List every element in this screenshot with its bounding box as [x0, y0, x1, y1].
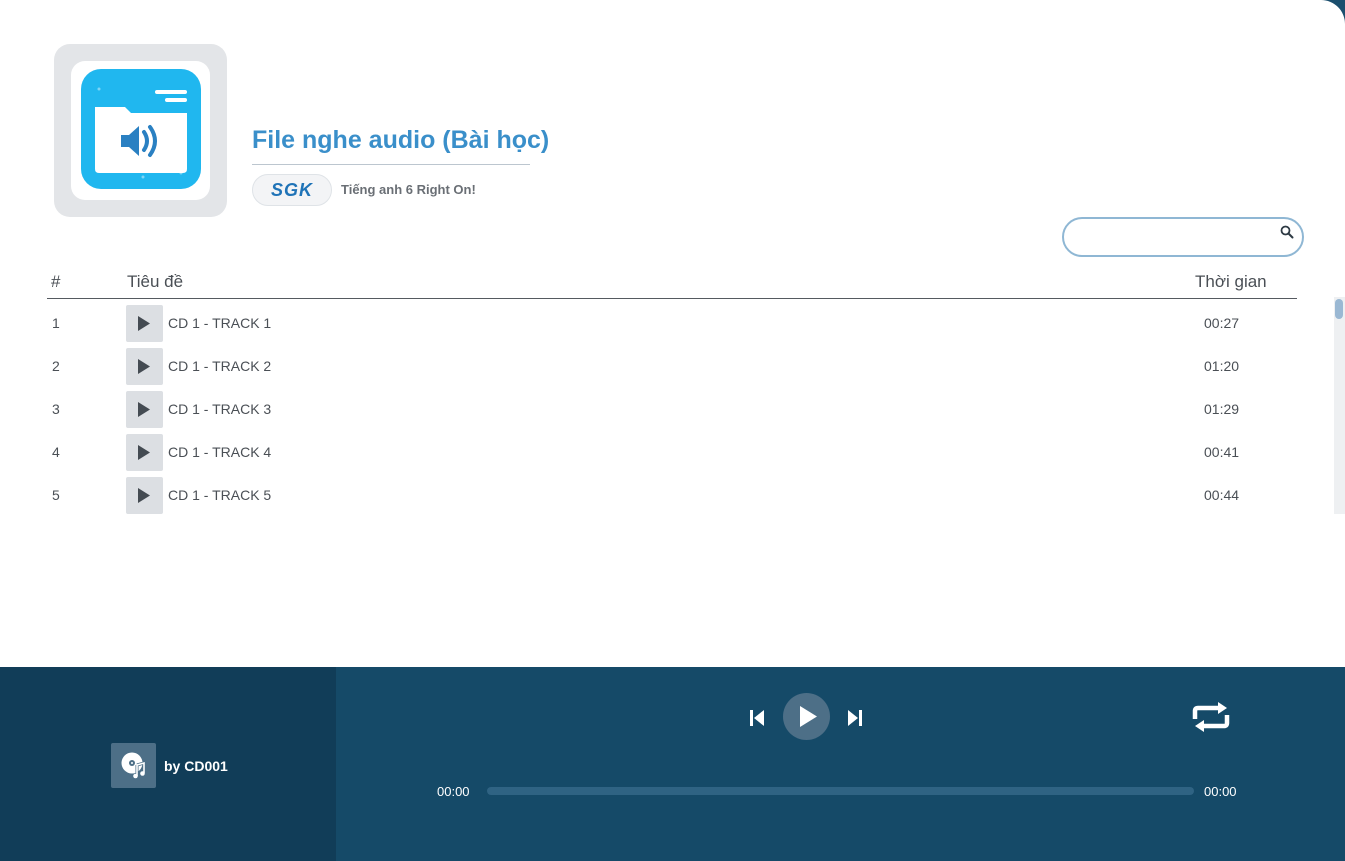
app-window: File nghe audio (Bài học) SGK Tiếng anh … [0, 0, 1345, 861]
skip-previous-icon [750, 710, 764, 726]
play-icon [138, 402, 150, 417]
table-row[interactable]: 5 CD 1 - TRACK 5 00:44 [47, 475, 1297, 515]
track-title[interactable]: CD 1 - TRACK 1 [168, 315, 271, 331]
search-box [1062, 217, 1304, 257]
title-divider [252, 164, 530, 165]
track-number: 5 [52, 487, 60, 503]
byline-text: by CD001 [164, 758, 228, 774]
track-list-scrollbar[interactable] [1334, 297, 1345, 514]
player-info-panel: by CD001 [0, 667, 336, 861]
track-number: 1 [52, 315, 60, 331]
sgk-logo-text: SGK [270, 180, 313, 200]
scrollbar-thumb[interactable] [1335, 299, 1343, 319]
next-track-button[interactable] [847, 709, 863, 732]
track-duration: 00:27 [1204, 315, 1240, 331]
column-header-number: # [51, 272, 61, 291]
track-duration: 01:20 [1204, 358, 1240, 374]
track-title[interactable]: CD 1 - TRACK 2 [168, 358, 271, 374]
table-row[interactable]: 4 CD 1 - TRACK 4 00:41 [47, 432, 1297, 472]
play-icon [800, 706, 817, 727]
table-header: # Tiêu đề Thời gian [47, 270, 1297, 299]
table-row[interactable]: 2 CD 1 - TRACK 2 01:20 [47, 346, 1297, 386]
track-number: 2 [52, 358, 60, 374]
current-time: 00:00 [437, 784, 470, 799]
track-title[interactable]: CD 1 - TRACK 5 [168, 487, 271, 503]
track-play-button[interactable] [126, 391, 163, 428]
search-input[interactable] [1076, 225, 1275, 249]
previous-track-button[interactable] [749, 709, 765, 732]
progress-bar[interactable] [487, 787, 1194, 795]
track-duration: 01:29 [1204, 401, 1240, 417]
play-icon [138, 488, 150, 503]
track-play-button[interactable] [126, 477, 163, 514]
total-time: 00:00 [1204, 784, 1237, 799]
track-title[interactable]: CD 1 - TRACK 3 [168, 401, 271, 417]
audio-folder-icon [81, 69, 201, 189]
track-play-button[interactable] [126, 348, 163, 385]
play-icon [138, 445, 150, 460]
play-icon [138, 316, 150, 331]
page-title: File nghe audio (Bài học) [252, 126, 550, 154]
album-cover [54, 44, 227, 217]
book-subtitle: Tiếng anh 6 Right On! [341, 182, 476, 197]
column-header-duration: Thời gian [1195, 272, 1267, 291]
track-play-button[interactable] [126, 305, 163, 342]
column-header-title: Tiêu đề [127, 272, 184, 291]
play-pause-button[interactable] [783, 693, 830, 740]
play-icon [138, 359, 150, 374]
table-row[interactable]: 3 CD 1 - TRACK 3 01:29 [47, 389, 1297, 429]
audio-player: by CD001 00:00 00:00 [0, 667, 1345, 861]
track-duration: 00:44 [1204, 487, 1240, 503]
track-title[interactable]: CD 1 - TRACK 4 [168, 444, 271, 460]
repeat-button[interactable] [1190, 702, 1232, 737]
track-number: 4 [52, 444, 60, 460]
track-play-button[interactable] [126, 434, 163, 471]
skip-next-icon [848, 710, 862, 726]
track-number: 3 [52, 401, 60, 417]
track-duration: 00:41 [1204, 444, 1240, 460]
music-disc-icon [111, 743, 156, 788]
sgk-logo: SGK [252, 174, 332, 206]
search-icon[interactable] [1280, 225, 1294, 239]
table-row[interactable]: 1 CD 1 - TRACK 1 00:27 [47, 303, 1297, 343]
repeat-icon [1192, 702, 1230, 732]
